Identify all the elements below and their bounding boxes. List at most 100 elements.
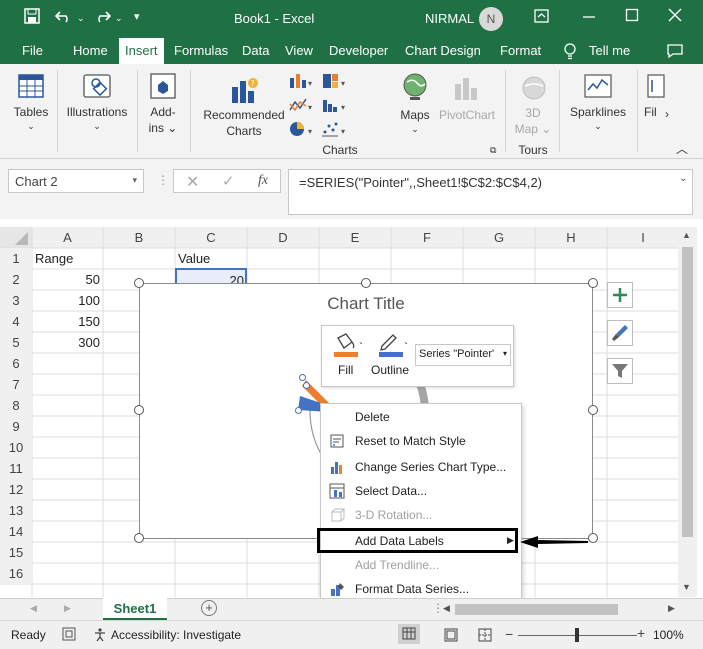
chart-title[interactable]: Chart Title	[140, 294, 592, 314]
menu-item-select-data[interactable]: Select Data...	[355, 484, 427, 498]
avatar[interactable]: N	[479, 7, 503, 31]
vertical-scrollbar[interactable]: ▲ ▼	[678, 227, 697, 597]
cell-a5[interactable]: 300	[32, 332, 100, 353]
name-box[interactable]: Chart 2 ▾	[8, 169, 144, 193]
sparklines-icon[interactable]	[583, 72, 613, 103]
accessibility-icon[interactable]	[92, 627, 108, 646]
insert-function-button[interactable]: fx	[258, 173, 268, 189]
tab-data[interactable]: Data	[242, 43, 269, 58]
tell-me-search[interactable]: Tell me	[589, 43, 630, 58]
cell-c1[interactable]: Value	[178, 248, 210, 269]
row-header[interactable]: 5	[0, 332, 32, 353]
tab-developer[interactable]: Developer	[329, 43, 388, 58]
row-header[interactable]: 6	[0, 353, 32, 374]
chart-elements-button[interactable]	[607, 282, 633, 308]
page-layout-view-icon[interactable]	[443, 627, 459, 646]
undo-icon[interactable]	[54, 8, 74, 28]
menu-item-format-data-series[interactable]: Format Data Series...	[355, 582, 469, 596]
resize-handle-nw[interactable]	[134, 278, 144, 288]
fill-bucket-icon[interactable]: ⌄	[332, 332, 365, 361]
scrollbar-thumb[interactable]	[682, 247, 693, 537]
macro-record-icon[interactable]	[62, 627, 76, 644]
row-header[interactable]: 7	[0, 374, 32, 395]
save-icon[interactable]	[24, 8, 40, 28]
cell-a2[interactable]: 50	[32, 269, 100, 290]
row-header[interactable]: 14	[0, 521, 32, 542]
zoom-out-icon[interactable]: −	[505, 626, 513, 642]
resize-handle-w[interactable]	[134, 405, 144, 415]
row-header[interactable]: 1	[0, 248, 32, 269]
normal-view-icon[interactable]	[398, 624, 420, 644]
enter-icon[interactable]: ✓	[222, 172, 235, 190]
redo-dropdown-icon[interactable]: ⌄	[115, 13, 123, 24]
sparklines-dropdown-icon[interactable]: ⌄	[565, 119, 631, 134]
new-sheet-icon[interactable]: +	[201, 600, 217, 616]
tab-formulas[interactable]: Formulas	[174, 43, 228, 58]
tables-icon[interactable]	[17, 72, 45, 103]
customize-toolbar-icon[interactable]: ▾	[134, 10, 140, 23]
sheet-prev-icon[interactable]: ◀	[30, 603, 37, 614]
accessibility-status[interactable]: Accessibility: Investigate	[111, 628, 241, 642]
hierarchy-chart-icon[interactable]: ▾	[321, 72, 347, 93]
menu-item-delete[interactable]: Delete	[355, 410, 390, 424]
cell-a4[interactable]: 150	[32, 311, 100, 332]
tab-format[interactable]: Format	[500, 43, 541, 58]
maps-icon[interactable]	[401, 72, 429, 105]
tab-file[interactable]: File	[22, 43, 43, 58]
tab-home[interactable]: Home	[73, 43, 108, 58]
maps-dropdown-icon[interactable]: ⌄	[394, 122, 436, 137]
resize-handle-e[interactable]	[588, 405, 598, 415]
row-header[interactable]: 8	[0, 395, 32, 416]
row-header[interactable]: 3	[0, 290, 32, 311]
row-header[interactable]: 4	[0, 311, 32, 332]
tab-insert[interactable]: Insert	[119, 38, 164, 64]
row-header[interactable]: 16	[0, 563, 32, 584]
expand-formula-bar-icon[interactable]: ⌄	[679, 173, 687, 184]
outline-pen-icon[interactable]: ⌄	[377, 332, 410, 361]
cell-a1[interactable]: Range	[35, 248, 73, 269]
resize-handle-se[interactable]	[588, 533, 598, 543]
collapse-ribbon-icon[interactable]: ︿	[676, 142, 688, 157]
row-header[interactable]: 12	[0, 479, 32, 500]
row-header[interactable]: 13	[0, 500, 32, 521]
close-icon[interactable]	[668, 8, 682, 26]
formula-input[interactable]: =SERIES("Pointer",,Sheet1!$C$2:$C$4,2)	[288, 169, 693, 215]
page-break-view-icon[interactable]	[477, 627, 493, 646]
menu-item-add-data-labels[interactable]: Add Data Labels	[355, 534, 444, 548]
scroll-up-icon[interactable]: ▲	[682, 230, 691, 240]
row-header[interactable]: 15	[0, 542, 32, 563]
cell-a3[interactable]: 100	[32, 290, 100, 311]
row-header[interactable]: 9	[0, 416, 32, 437]
recommended-charts-icon[interactable]: ?	[229, 75, 259, 110]
chart-styles-button[interactable]	[607, 320, 633, 346]
chart-filters-button[interactable]	[607, 358, 633, 384]
menu-item-change-chart-type[interactable]: Change Series Chart Type...	[355, 460, 506, 474]
ribbon-scroll-right-icon[interactable]: ›	[665, 107, 669, 122]
addins-icon[interactable]	[149, 72, 177, 103]
zoom-level[interactable]: 100%	[653, 628, 684, 642]
tables-dropdown-icon[interactable]: ⌄	[8, 119, 54, 134]
hscroll-left-icon[interactable]: ◀	[443, 603, 450, 614]
line-chart-icon[interactable]: ▾	[288, 96, 314, 117]
comments-icon[interactable]	[666, 43, 684, 62]
series-point-handle[interactable]	[299, 374, 306, 381]
charts-dialog-launcher-icon[interactable]: ⧉	[490, 143, 496, 158]
illustrations-icon[interactable]	[82, 72, 112, 103]
redo-icon[interactable]	[92, 8, 112, 28]
zoom-slider-thumb[interactable]	[575, 628, 579, 642]
scroll-down-icon[interactable]: ▼	[682, 582, 691, 592]
maximize-icon[interactable]	[625, 8, 639, 26]
column-chart-icon[interactable]: ▾	[288, 72, 314, 93]
tab-chart-design[interactable]: Chart Design	[405, 43, 481, 58]
filters-icon[interactable]	[646, 72, 666, 103]
menu-item-reset-style[interactable]: Reset to Match Style	[355, 434, 466, 448]
series-point-handle[interactable]	[303, 382, 310, 389]
zoom-in-icon[interactable]: +	[637, 625, 645, 641]
cancel-icon[interactable]: ✕	[186, 172, 199, 192]
sheet-tab-sheet1[interactable]: Sheet1	[103, 598, 167, 621]
undo-dropdown-icon[interactable]: ⌄	[77, 13, 85, 24]
minimize-icon[interactable]	[582, 10, 596, 28]
tab-view[interactable]: View	[285, 43, 313, 58]
row-header[interactable]: 2	[0, 269, 32, 290]
illustrations-dropdown-icon[interactable]: ⌄	[62, 119, 132, 134]
